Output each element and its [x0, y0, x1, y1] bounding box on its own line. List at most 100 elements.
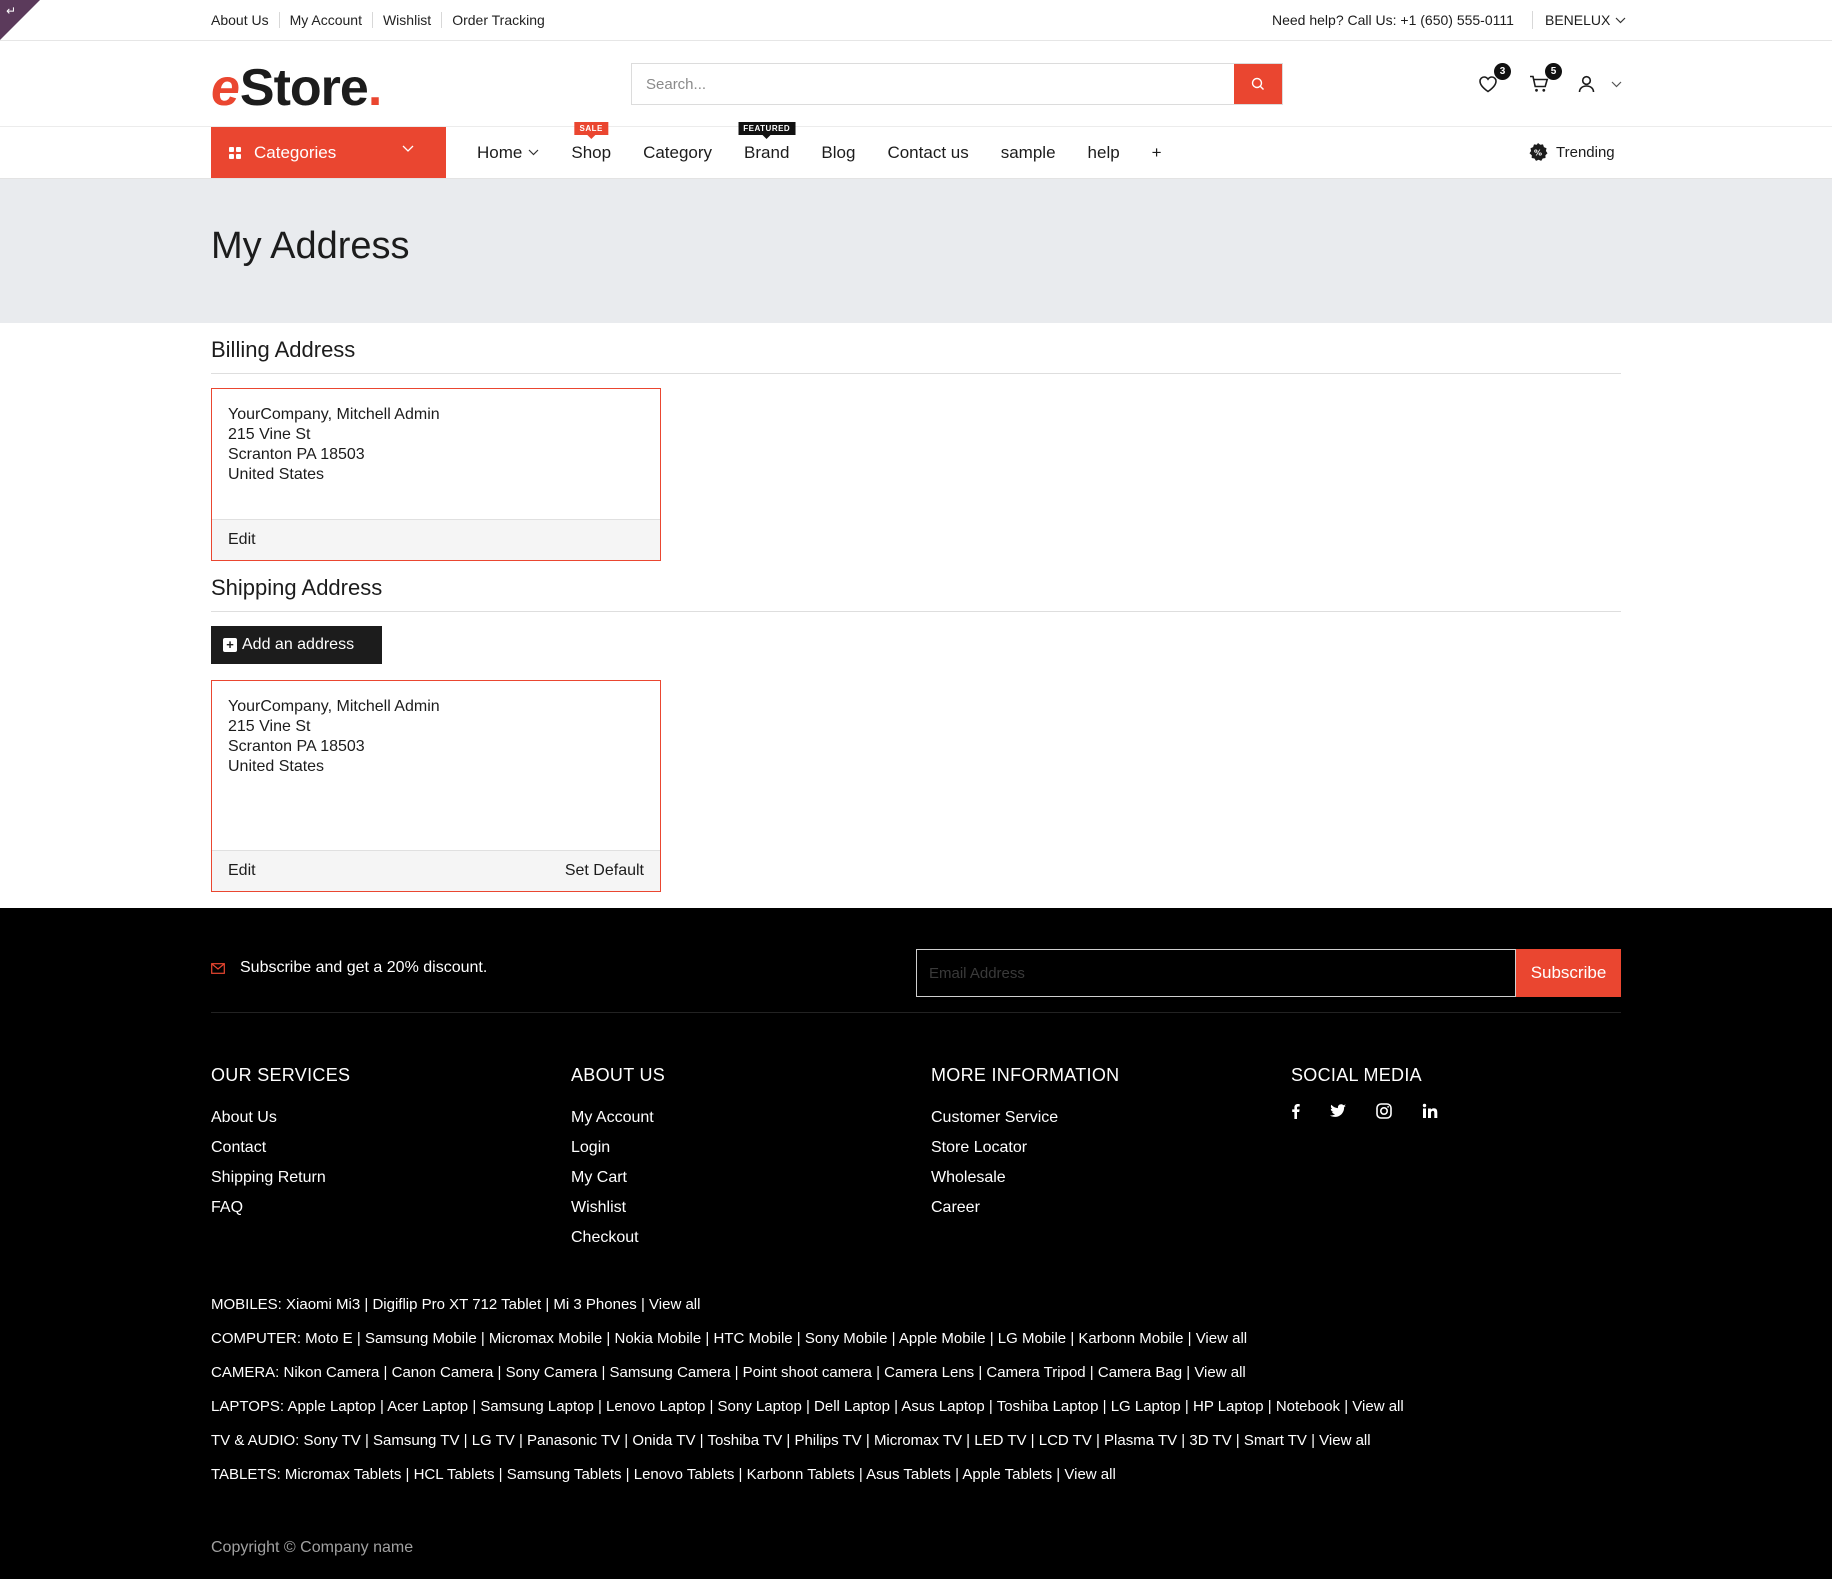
category-link[interactable]: Apple Laptop	[287, 1398, 375, 1415]
category-link[interactable]: Nikon Camera	[284, 1364, 380, 1381]
category-link[interactable]: View all	[1352, 1398, 1403, 1415]
category-link[interactable]: Digiflip Pro XT 712 Tablet	[372, 1296, 541, 1313]
footer-link[interactable]: Customer Service	[931, 1103, 1119, 1133]
nav-item-contact-us[interactable]: Contact us	[887, 143, 968, 163]
category-link[interactable]: Mi 3 Phones	[553, 1296, 636, 1313]
category-link[interactable]: Karbonn Mobile	[1078, 1330, 1183, 1347]
top-link-my-account[interactable]: My Account	[278, 12, 372, 28]
category-link[interactable]: Samsung TV	[373, 1432, 459, 1449]
nav-item-category[interactable]: Category	[643, 143, 712, 163]
footer-link[interactable]: My Account	[571, 1103, 665, 1133]
footer-link[interactable]: Store Locator	[931, 1133, 1119, 1163]
category-link[interactable]: Dell Laptop	[814, 1398, 890, 1415]
category-link[interactable]: LG TV	[472, 1432, 515, 1449]
top-link-order-tracking[interactable]: Order Tracking	[441, 12, 555, 28]
category-link[interactable]: LG Mobile	[998, 1330, 1066, 1347]
category-link[interactable]: Toshiba TV	[707, 1432, 782, 1449]
category-link[interactable]: LCD TV	[1039, 1432, 1092, 1449]
category-link[interactable]: Notebook	[1276, 1398, 1340, 1415]
category-link[interactable]: Karbonn Tablets	[747, 1466, 855, 1483]
category-link[interactable]: Toshiba Laptop	[997, 1398, 1099, 1415]
category-link[interactable]: Apple Tablets	[962, 1466, 1052, 1483]
category-link[interactable]: Lenovo Laptop	[606, 1398, 705, 1415]
category-link[interactable]: Micromax Tablets	[285, 1466, 401, 1483]
footer-link[interactable]: About Us	[211, 1103, 350, 1133]
category-link[interactable]: Micromax TV	[874, 1432, 962, 1449]
facebook-icon[interactable]	[1291, 1103, 1300, 1119]
category-link[interactable]: 3D TV	[1189, 1432, 1231, 1449]
nav-item-home[interactable]: Home	[477, 143, 539, 163]
linkedin-icon[interactable]	[1422, 1103, 1438, 1119]
category-link[interactable]: Apple Mobile	[899, 1330, 986, 1347]
footer-link[interactable]: My Cart	[571, 1163, 665, 1193]
top-link-wishlist[interactable]: Wishlist	[371, 12, 441, 28]
wishlist-button[interactable]: 3	[1473, 63, 1511, 99]
category-link[interactable]: HTC Mobile	[713, 1330, 792, 1347]
category-link[interactable]: Acer Laptop	[387, 1398, 468, 1415]
category-link[interactable]: Camera Bag	[1098, 1364, 1182, 1381]
categories-button[interactable]: Categories	[211, 127, 446, 178]
category-link[interactable]: Moto E	[305, 1330, 353, 1347]
edit-shipping-link[interactable]: Edit	[228, 862, 256, 880]
category-link[interactable]: Asus Tablets	[866, 1466, 951, 1483]
category-link[interactable]: Xiaomi Mi3	[286, 1296, 360, 1313]
set-default-link[interactable]: Set Default	[565, 862, 644, 880]
nav-item-help[interactable]: help	[1088, 143, 1120, 163]
category-link[interactable]: Camera Lens	[884, 1364, 974, 1381]
category-link[interactable]: Nokia Mobile	[615, 1330, 702, 1347]
nav-item-brand[interactable]: FEATURED Brand	[738, 121, 796, 163]
subscribe-button[interactable]: Subscribe	[1516, 949, 1621, 997]
footer-link[interactable]: Wholesale	[931, 1163, 1119, 1193]
category-link[interactable]: Asus Laptop	[901, 1398, 984, 1415]
category-link[interactable]: Samsung Tablets	[507, 1466, 622, 1483]
account-menu[interactable]	[1578, 69, 1622, 99]
store-logo[interactable]: e Store.	[211, 58, 382, 114]
nav-item-blog[interactable]: Blog	[821, 143, 855, 163]
twitter-icon[interactable]	[1330, 1104, 1346, 1118]
nav-item-sample[interactable]: sample	[1001, 143, 1056, 163]
category-link[interactable]: Sony Camera	[506, 1364, 598, 1381]
category-link[interactable]: HP Laptop	[1193, 1398, 1264, 1415]
category-link[interactable]: View all	[649, 1296, 700, 1313]
search-button[interactable]	[1234, 64, 1282, 104]
category-link[interactable]: Sony Mobile	[805, 1330, 888, 1347]
nav-more-button[interactable]: +	[1152, 143, 1162, 163]
add-address-button[interactable]: + Add an address	[211, 626, 382, 664]
category-link[interactable]: View all	[1196, 1330, 1247, 1347]
category-link[interactable]: LED TV	[974, 1432, 1026, 1449]
category-link[interactable]: Plasma TV	[1104, 1432, 1177, 1449]
category-link[interactable]: Panasonic TV	[527, 1432, 620, 1449]
category-link[interactable]: Sony Laptop	[718, 1398, 802, 1415]
footer-link[interactable]: Checkout	[571, 1223, 665, 1253]
trending-link[interactable]: % Trending	[1528, 142, 1615, 162]
footer-link[interactable]: Contact	[211, 1133, 350, 1163]
category-link[interactable]: Samsung Camera	[610, 1364, 731, 1381]
category-link[interactable]: Samsung Laptop	[480, 1398, 593, 1415]
footer-link[interactable]: Shipping Return	[211, 1163, 350, 1193]
top-link-about-us[interactable]: About Us	[211, 12, 279, 28]
instagram-icon[interactable]	[1376, 1103, 1392, 1119]
category-link[interactable]: Onida TV	[632, 1432, 695, 1449]
category-link[interactable]: Samsung Mobile	[365, 1330, 477, 1347]
footer-link[interactable]: Login	[571, 1133, 665, 1163]
category-link[interactable]: Smart TV	[1244, 1432, 1307, 1449]
category-link[interactable]: Canon Camera	[392, 1364, 494, 1381]
email-field[interactable]	[916, 949, 1516, 997]
region-selector[interactable]: BENELUX	[1532, 11, 1626, 29]
category-link[interactable]: View all	[1319, 1432, 1370, 1449]
category-link[interactable]: Point shoot camera	[743, 1364, 872, 1381]
cart-button[interactable]: 5	[1524, 63, 1562, 99]
category-link[interactable]: Micromax Mobile	[489, 1330, 602, 1347]
category-link[interactable]: HCL Tablets	[414, 1466, 495, 1483]
nav-item-shop[interactable]: SALE Shop	[571, 121, 611, 163]
category-link[interactable]: Philips TV	[794, 1432, 861, 1449]
category-link[interactable]: Camera Tripod	[986, 1364, 1085, 1381]
category-link[interactable]: Sony TV	[304, 1432, 361, 1449]
category-link[interactable]: View all	[1064, 1466, 1115, 1483]
category-link[interactable]: Lenovo Tablets	[634, 1466, 735, 1483]
footer-link[interactable]: FAQ	[211, 1193, 350, 1223]
category-link[interactable]: LG Laptop	[1111, 1398, 1181, 1415]
footer-link[interactable]: Career	[931, 1193, 1119, 1223]
edit-billing-link[interactable]: Edit	[228, 531, 256, 549]
search-input[interactable]	[632, 64, 1234, 104]
